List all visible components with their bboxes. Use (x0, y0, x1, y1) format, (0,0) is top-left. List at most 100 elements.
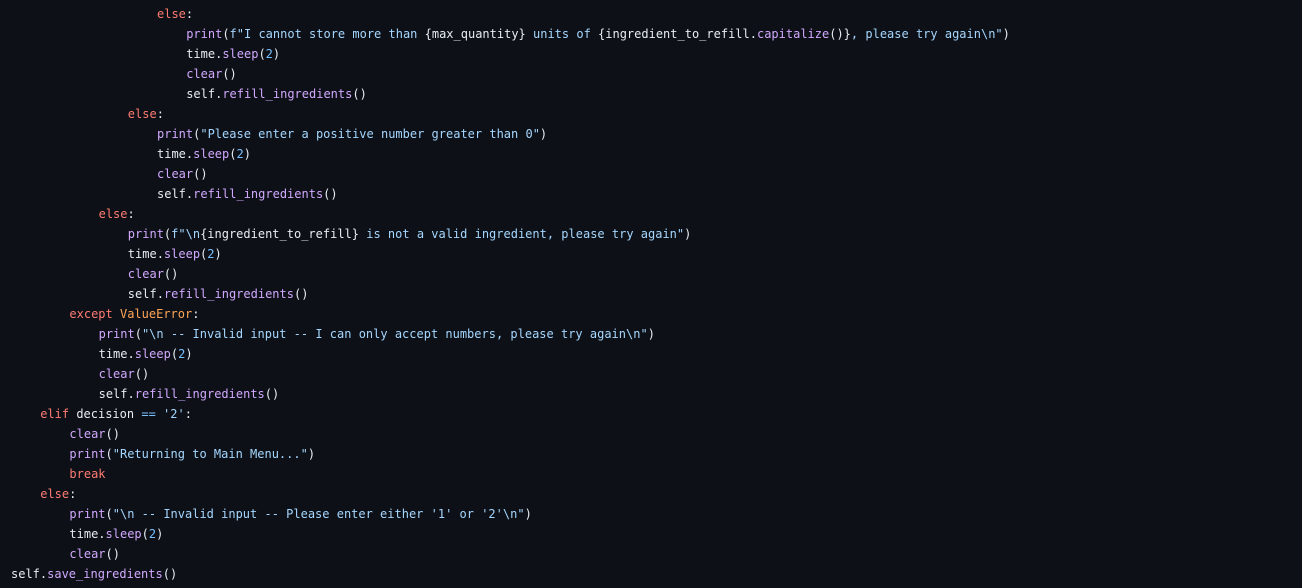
code-line: clear() (0, 164, 1302, 184)
code-editor[interactable]: else: print(f"I cannot store more than {m… (0, 0, 1302, 588)
code-line: print(f"\n{ingredient_to_refill} is not … (0, 224, 1302, 244)
code-token-default: self. (157, 187, 194, 201)
code-token-default: : (185, 7, 194, 21)
code-line: self.refill_ingredients() (0, 284, 1302, 304)
code-token-default: ) (214, 247, 222, 261)
code-line: except ValueError: (0, 304, 1302, 324)
code-token-default: ) (539, 127, 548, 141)
code-token-default: ) (647, 327, 655, 341)
code-token-default: ( (222, 27, 230, 41)
code-token-default: ) (524, 507, 532, 521)
code-token-function: sleep (193, 147, 230, 161)
code-token-default: () (163, 267, 179, 281)
code-line: self.refill_ingredients() (0, 184, 1302, 204)
code-line: clear() (0, 264, 1302, 284)
code-token-default: ( (134, 327, 142, 341)
code-token-default: time. (69, 527, 106, 541)
code-token-default: () (162, 567, 178, 581)
code-token-default: ) (156, 527, 164, 541)
code-token-default: ( (258, 47, 266, 61)
code-token-string: "\n -- Invalid input -- I can only accep… (141, 327, 648, 341)
code-line: print("Please enter a positive number gr… (0, 124, 1302, 144)
code-token-function: clear (157, 167, 194, 181)
code-line: time.sleep(2) (0, 144, 1302, 164)
code-token-default: () (352, 87, 367, 101)
code-line: print("\n -- Invalid input -- I can only… (0, 324, 1302, 344)
code-token-keyword: else (127, 107, 157, 121)
code-line: self.refill_ingredients() (0, 84, 1302, 104)
code-token-number: 2 (265, 47, 273, 61)
code-token-keyword: else (40, 487, 70, 501)
code-token-default: time. (127, 247, 164, 261)
code-token-string: "Please enter a positive number greater … (200, 127, 540, 141)
code-token-function: clear (69, 427, 106, 441)
code-token-default: : (156, 107, 164, 121)
code-line: else: (0, 4, 1302, 24)
code-line: else: (0, 204, 1302, 224)
code-token-string: units of (525, 27, 599, 41)
code-token-default: time. (157, 147, 194, 161)
code-token-keyword: else (157, 7, 186, 21)
code-token-default: : (127, 207, 135, 221)
code-token-function: sleep (222, 47, 259, 61)
code-token-default: () (193, 167, 208, 181)
code-token-default: ) (272, 47, 281, 61)
code-line: time.sleep(2) (0, 244, 1302, 264)
code-token-default: ) (684, 227, 692, 241)
code-token-default: () (323, 187, 338, 201)
code-token-string: is not a valid ingredient, please try ag… (359, 227, 685, 241)
code-line: self.save_ingredients() (0, 564, 1302, 584)
code-token-default: : (192, 307, 200, 321)
code-token-keyword: else (98, 207, 128, 221)
code-token-default: ( (141, 527, 149, 541)
code-token-default: decision (76, 407, 142, 421)
code-line: clear() (0, 424, 1302, 444)
code-token-function: sleep (105, 527, 142, 541)
code-token-default: () (264, 387, 280, 401)
code-token-default: : (69, 487, 77, 501)
code-token-default: ) (185, 347, 193, 361)
code-token-function: print (69, 447, 106, 461)
code-line: time.sleep(2) (0, 44, 1302, 64)
code-token-function: clear (186, 67, 223, 81)
code-token-keyword: except (69, 307, 120, 321)
code-token-function: capitalize (756, 27, 830, 41)
code-token-default (156, 407, 163, 421)
code-token-default: time. (186, 47, 223, 61)
code-token-class: ValueError (119, 307, 193, 321)
code-token-string: '2' (163, 407, 185, 421)
code-line: clear() (0, 544, 1302, 564)
code-line: time.sleep(2) (0, 524, 1302, 544)
code-token-default: ) (1002, 27, 1010, 41)
code-token-function: print (98, 327, 135, 341)
code-token-function: sleep (134, 347, 171, 361)
code-token-default: : (184, 407, 192, 421)
code-token-function: refill_ingredients (163, 287, 294, 301)
code-token-keyword: elif (40, 407, 77, 421)
code-token-operator: == (141, 407, 156, 421)
code-token-function: print (186, 27, 223, 41)
code-token-function: refill_ingredients (222, 87, 353, 101)
code-line: print("Returning to Main Menu...") (0, 444, 1302, 464)
code-token-function: refill_ingredients (193, 187, 324, 201)
code-token-default: self. (11, 567, 48, 581)
code-token-default: () (134, 367, 150, 381)
code-token-function: sleep (163, 247, 201, 261)
code-line: self.refill_ingredients() (0, 384, 1302, 404)
code-token-default: ( (105, 447, 113, 461)
code-token-function: clear (127, 267, 164, 281)
code-line: print("\n -- Invalid input -- Please ent… (0, 504, 1302, 524)
code-token-default: ()} (829, 27, 851, 41)
code-token-default: () (105, 427, 120, 441)
code-line: else: (0, 104, 1302, 124)
code-token-function: save_ingredients (47, 567, 163, 581)
code-token-string: "Returning to Main Menu..." (112, 447, 308, 461)
code-token-default: ) (243, 147, 251, 161)
code-token-string: f"\n (171, 227, 201, 241)
code-token-default: self. (186, 87, 223, 101)
code-line: clear() (0, 364, 1302, 384)
code-token-default: time. (98, 347, 135, 361)
code-token-default: ) (307, 447, 316, 461)
code-token-default: () (105, 547, 120, 561)
code-token-function: print (127, 227, 164, 241)
